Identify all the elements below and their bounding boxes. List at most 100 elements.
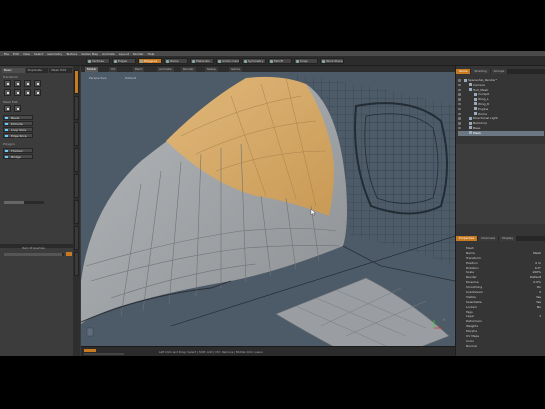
toolbar-icon [114,60,117,63]
toolbar-button-label: Symmetry [248,59,264,63]
tab-shading[interactable]: Shading [471,69,490,74]
tool-slider[interactable] [4,201,44,204]
menu-item-edit[interactable]: Edit [13,52,19,56]
item-type-icon [469,121,472,125]
toolbar-button-label: Items [170,59,179,63]
visibility-eye-icon[interactable] [458,102,461,106]
vtab-game[interactable] [74,252,79,276]
toolbar-vertices-button[interactable]: Vertices [86,58,110,64]
bevel-button[interactable]: Bevel [3,115,33,120]
toolbar-snap-button[interactable]: Snap [294,58,318,64]
transform-icon[interactable] [34,80,41,87]
visibility-eye-icon[interactable] [458,107,461,111]
tree-item[interactable]: Mesh [458,130,544,136]
tab-properties[interactable]: Properties [456,236,478,241]
toolbar-button-label: Materials [196,59,210,63]
menu-item-texture[interactable]: Texture [66,52,77,56]
knife-icon[interactable] [14,105,21,112]
move-icon[interactable] [4,80,11,87]
property-label: Layer [466,314,475,319]
visibility-eye-icon[interactable] [458,126,461,130]
shear-icon[interactable] [24,89,31,96]
edge-slice-button[interactable]: Edge Slice [3,133,33,138]
extrude-button[interactable]: Extrude [3,121,33,126]
toolbar-polygons-button[interactable]: Polygons [138,58,162,64]
property-row[interactable]: Normal [458,344,544,349]
vtab-uv[interactable] [74,148,79,172]
visibility-eye-icon[interactable] [458,122,461,125]
tree-item-label: Wing_L [478,97,489,102]
toolbar-symmetry-button[interactable]: Symmetry [242,58,266,64]
tab-groups[interactable]: Groups [490,69,508,74]
tab-items[interactable]: Items [456,69,471,74]
tree-item-label: Dome [478,111,487,116]
visibility-eye-icon[interactable] [458,98,461,101]
property-label: Transform [466,255,481,260]
toolbar-falloff-button[interactable]: Falloff [268,58,292,64]
menu-item-layout[interactable]: Layout [119,52,129,56]
tab-display[interactable]: Display [499,236,517,241]
item-properties-label: Item Properties [22,246,45,250]
property-label: Tags [466,309,473,314]
property-label: Smoothing [466,285,483,290]
3d-viewport[interactable]: Model UV Paint Animate Render Setup Game Persp… [81,66,455,346]
tree-item-label: Base [473,125,481,130]
vtab-animate[interactable] [74,226,79,250]
menu-item-animate[interactable]: Animate [102,52,115,56]
vtab-modeling[interactable] [74,70,79,94]
visibility-eye-icon[interactable] [458,79,461,82]
tab-basic[interactable]: Basic [2,68,25,73]
transform-icons-row2 [4,89,41,96]
item-type-icon [469,83,472,87]
menu-item-render[interactable]: Render [133,52,144,56]
tab-mesh-edit[interactable]: Mesh Edit [49,68,73,73]
properties-swatch[interactable] [66,252,72,256]
vtab-sculpt[interactable] [74,96,79,120]
tool-panel-tabs: Basic Duplicate Mesh Edit [2,68,73,73]
menu-item-file[interactable]: File [4,52,9,56]
menu-item-view[interactable]: View [23,52,30,56]
vtab-render[interactable] [74,174,79,198]
menu-item-vertex-map[interactable]: Vertex Map [81,52,98,56]
visibility-eye-icon[interactable] [458,93,461,96]
vtab-paint[interactable] [74,122,79,146]
toolbar-materials-button[interactable]: Materials [190,58,214,64]
thicken-button[interactable]: Thicken [3,148,33,153]
items-tabs: Items Shading Groups [456,69,545,74]
visibility-eye-icon[interactable] [458,88,461,92]
toolbar-items-button[interactable]: Items [164,58,188,64]
right-panel: Items Shading Groups Spaceship_Render* Ca… [455,66,545,356]
vtab-setup[interactable] [74,200,79,224]
visibility-eye-icon[interactable] [458,131,461,135]
bridge-button[interactable]: Bridge [3,154,33,159]
loop-slice-icon [5,129,8,131]
tree-item-label: Engine [478,106,489,111]
visibility-eye-icon[interactable] [458,117,461,120]
visibility-eye-icon[interactable] [458,83,461,87]
mesh-render[interactable] [81,66,455,346]
item-type-icon [474,102,477,106]
item-type-icon [464,78,467,82]
toolbar-edges-button[interactable]: Edges [112,58,136,64]
visibility-eye-icon[interactable] [458,112,461,116]
twist-icon[interactable] [34,89,41,96]
property-label: Position [466,260,478,265]
menu-item-help[interactable]: Help [148,52,155,56]
menu-item-select[interactable]: Select [34,52,43,56]
bend-icon[interactable] [14,89,21,96]
scale-icon[interactable] [24,80,31,87]
transform-icons [4,80,41,87]
stretch-icon[interactable] [4,89,11,96]
tab-duplicate[interactable]: Duplicate [25,68,49,73]
property-label: Rotation [466,265,479,270]
toolbar-action-center-button[interactable]: Action Center [216,58,240,64]
rotate-icon[interactable] [14,80,21,87]
menu-item-geometry[interactable]: Geometry [47,52,62,56]
tab-channels[interactable]: Channels [478,236,499,241]
app-window: File Edit View Select Geometry Texture Vertex … [0,51,545,356]
properties-slider[interactable] [4,253,64,256]
loop-slice-button[interactable]: Loop Slice [3,127,33,132]
vertical-tool-tabs [73,66,80,356]
cut-icon[interactable] [4,105,11,112]
toolbar-work-plane-button[interactable]: Work Plane [320,58,344,64]
